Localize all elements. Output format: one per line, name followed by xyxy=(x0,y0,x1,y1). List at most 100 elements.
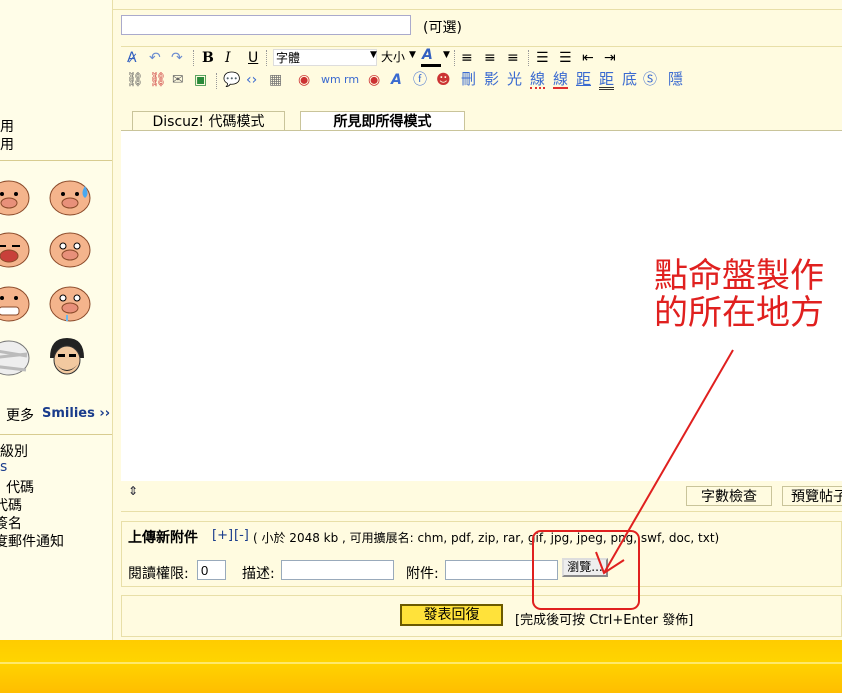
line-button[interactable]: 線 xyxy=(553,71,569,89)
smiley-pig-icon[interactable] xyxy=(0,176,32,218)
smiley-pig-sweat-icon[interactable] xyxy=(47,176,93,218)
quote-icon[interactable]: 💬 xyxy=(223,72,240,88)
font-select[interactable]: 字體 xyxy=(273,49,377,66)
option-email-notify[interactable]: 度郵件通知 xyxy=(0,531,64,551)
smiley-bearded-man-icon[interactable] xyxy=(44,336,90,378)
permission-label-1: 用 xyxy=(0,119,14,135)
align-left-icon[interactable]: ≡ xyxy=(461,50,473,66)
underline-button[interactable]: U xyxy=(248,50,258,66)
indent-icon[interactable]: ⇥ xyxy=(604,50,616,66)
option-s[interactable]: s xyxy=(0,459,7,475)
unlink-icon[interactable]: ⛓ xyxy=(149,72,167,88)
user-icon[interactable]: ☻ xyxy=(436,72,451,88)
tab-wysiwyg[interactable]: 所見即所得模式 xyxy=(300,111,465,131)
toolbar-separator xyxy=(216,73,219,89)
wmv-icon[interactable]: wm xyxy=(321,72,341,88)
attachment-label: 附件: xyxy=(406,566,439,582)
wave-line-button[interactable]: 線 xyxy=(530,71,546,89)
attachment-file-input[interactable] xyxy=(445,560,558,580)
undo-icon[interactable]: ↶ xyxy=(149,50,161,66)
ordered-list-icon[interactable]: ☰ xyxy=(536,50,549,66)
font-color-icon[interactable]: A xyxy=(422,47,433,63)
resize-icon[interactable]: ⇕ xyxy=(128,484,138,498)
chevron-down-icon[interactable]: ▼ xyxy=(370,50,377,60)
smiley-pig-grin-icon[interactable] xyxy=(0,282,32,324)
toolbar-separator xyxy=(528,50,531,66)
optional-label: (可選) xyxy=(423,20,462,36)
annotation-line-2: 的所在地方 xyxy=(654,293,824,333)
tab-wysiwyg-label: 所見即所得模式 xyxy=(333,114,432,130)
clear-format-icon[interactable]: A̷ xyxy=(127,50,137,66)
chevron-down-icon[interactable]: ▼ xyxy=(409,50,416,60)
preview-button[interactable]: 預覽帖子 xyxy=(782,486,842,506)
link-icon[interactable]: ⛓ xyxy=(126,72,144,88)
background-button[interactable]: 底 xyxy=(622,71,637,87)
smiley-pig-cry-icon[interactable] xyxy=(0,228,32,270)
option-level[interactable]: 級別 xyxy=(0,441,28,461)
tab-discuz-code[interactable]: Discuz! 代碼模式 xyxy=(132,111,285,131)
word-count-label: 字數檢查 xyxy=(701,489,757,505)
more-smilies-prefix: 更多 xyxy=(6,408,34,424)
option-discuz-code[interactable]: ! 代碼 xyxy=(0,477,34,497)
option-code[interactable]: 代碼 xyxy=(0,495,22,515)
toolbar-separator xyxy=(193,50,196,66)
dollar-icon[interactable]: Ⓢ xyxy=(643,72,657,88)
font-italic-a-icon[interactable]: A xyxy=(391,72,402,88)
spacing-2-button[interactable]: 距 xyxy=(599,71,615,90)
left-sidebar: 用 用 更多 Smilies ›› 級別 s ! 代碼 代碼 簽名 度郵件通知 xyxy=(0,0,113,640)
flash-icon[interactable]: ◉ xyxy=(298,72,310,88)
tab-discuz-code-label: Discuz! 代碼模式 xyxy=(152,114,265,130)
upload-limits: ( 小於 2048 kb , 可用擴展名: chm, pdf, zip, rar… xyxy=(253,531,720,545)
align-right-icon[interactable]: ≡ xyxy=(507,50,519,66)
code-icon[interactable]: ‹› xyxy=(246,72,257,88)
read-perm-label: 閱讀權限: xyxy=(128,566,189,582)
glow-button[interactable]: 光 xyxy=(507,71,522,87)
italic-button[interactable]: I xyxy=(225,50,231,66)
permission-label-2: 用 xyxy=(0,137,14,153)
read-perm-input[interactable] xyxy=(197,560,226,580)
desc-label: 描述: xyxy=(242,566,275,582)
shadow-button[interactable]: 影 xyxy=(484,71,499,87)
font-select-value: 字體 xyxy=(276,51,301,65)
page-footer-bar xyxy=(0,640,842,693)
redo-icon[interactable]: ↷ xyxy=(171,50,183,66)
submit-hint: [完成後可按 Ctrl+Enter 發佈] xyxy=(515,613,694,628)
post-reply-button[interactable]: 發表回復 xyxy=(400,604,503,626)
post-reply-label: 發表回復 xyxy=(423,607,480,623)
footer-highlight xyxy=(0,662,842,664)
hide-button[interactable]: 隱 xyxy=(668,71,683,87)
audio-icon[interactable]: ◉ xyxy=(368,72,380,88)
more-smilies-link[interactable]: Smilies ›› xyxy=(42,406,110,421)
size-select-value: 大小 xyxy=(381,50,406,64)
smiley-pig-drool-icon[interactable] xyxy=(47,282,93,324)
email-icon[interactable]: ✉ xyxy=(172,72,184,88)
browse-button[interactable]: 瀏覽... xyxy=(562,558,608,577)
table-icon[interactable]: ▦ xyxy=(269,72,282,88)
upload-title: 上傳新附件 xyxy=(128,530,198,546)
word-count-button[interactable]: 字數檢查 xyxy=(686,486,772,506)
rm-icon[interactable]: rm xyxy=(344,72,359,88)
chevron-down-icon[interactable]: ▼ xyxy=(443,50,450,60)
toolbar-separator xyxy=(266,50,269,66)
smiley-pig-surprised-icon[interactable] xyxy=(47,228,93,270)
image-icon[interactable]: ▣ xyxy=(194,72,207,88)
strike-button[interactable]: 刪 xyxy=(461,71,476,87)
remove-attachment-link[interactable]: [-] xyxy=(234,528,249,543)
unordered-list-icon[interactable]: ☰ xyxy=(559,50,572,66)
font-color-swatch xyxy=(421,64,441,67)
bold-button[interactable]: B xyxy=(202,50,214,66)
shockwave-icon[interactable]: ⓕ xyxy=(413,72,427,88)
smiley-mummy-icon[interactable] xyxy=(0,336,32,378)
annotation-text: 點命盤製作 的所在地方 xyxy=(654,258,824,332)
sidebar-divider-2 xyxy=(0,434,112,435)
top-strip xyxy=(113,0,842,10)
align-center-icon[interactable]: ≡ xyxy=(484,50,496,66)
desc-input[interactable] xyxy=(281,560,394,580)
option-signature[interactable]: 簽名 xyxy=(0,513,22,533)
sidebar-divider xyxy=(0,160,112,161)
subject-input[interactable] xyxy=(121,15,411,35)
add-attachment-link[interactable]: [+] xyxy=(212,528,233,543)
spacing-button[interactable]: 距 xyxy=(576,71,591,87)
outdent-icon[interactable]: ⇤ xyxy=(582,50,594,66)
annotation-line-1: 點命盤製作 xyxy=(654,256,824,296)
